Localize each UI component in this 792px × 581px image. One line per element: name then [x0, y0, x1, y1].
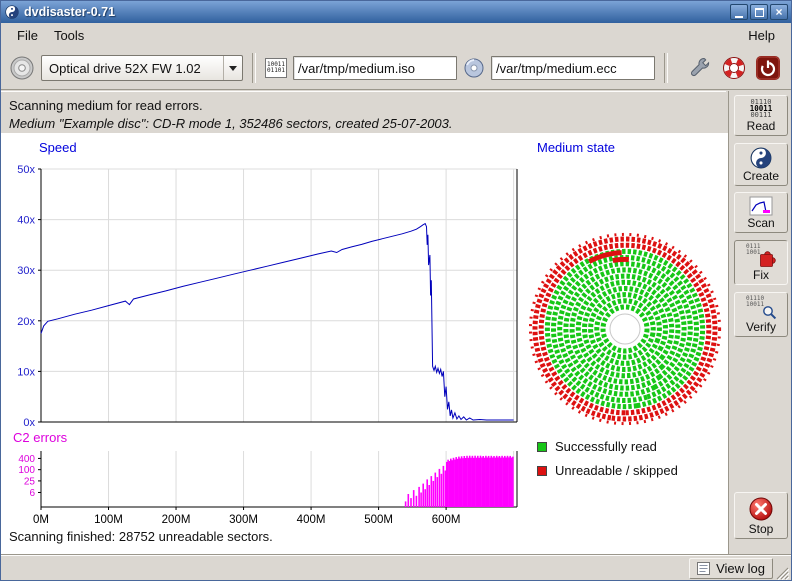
wrench-icon: [688, 56, 712, 80]
quit-button[interactable]: [753, 53, 783, 83]
ecc-file-icon: [463, 57, 485, 79]
legend-color-read: [537, 442, 547, 452]
minimize-icon: [735, 16, 743, 18]
medium-state-legend: Successfully read Unreadable / skipped: [537, 439, 678, 478]
fix-button[interactable]: 0111 1001 Fix: [734, 240, 788, 285]
svg-text:40x: 40x: [17, 215, 35, 227]
image-file-input[interactable]: [293, 56, 457, 80]
magnifier-icon: [762, 305, 777, 320]
menubar: File Tools Help: [1, 23, 791, 47]
status-area: Scanning medium for read errors. Medium …: [1, 91, 726, 133]
action-sidebar: 01110 10011 00111 Read Create Scan: [728, 91, 792, 554]
maximize-icon: [755, 8, 764, 17]
app-icon: [5, 5, 19, 19]
svg-text:500M: 500M: [364, 514, 393, 526]
legend-unreadable: Unreadable / skipped: [537, 463, 678, 478]
svg-text:50x: 50x: [17, 164, 35, 176]
svg-text:100M: 100M: [94, 514, 123, 526]
svg-text:30x: 30x: [17, 265, 35, 277]
verify-icon: 01110 10011: [745, 296, 777, 320]
create-label: Create: [743, 169, 779, 183]
svg-text:25: 25: [24, 476, 36, 487]
scan-button[interactable]: Scan: [734, 192, 788, 233]
image-file-icon: 10011 01101: [265, 58, 287, 78]
scan-label: Scan: [747, 216, 774, 230]
scan-result-text: Scanning finished: 28752 unreadable sect…: [9, 529, 273, 544]
svg-text:0M: 0M: [33, 514, 49, 526]
stop-button[interactable]: Stop: [734, 492, 788, 539]
legend-unreadable-label: Unreadable / skipped: [555, 463, 678, 478]
chevron-down-icon: [229, 66, 237, 71]
medium-state-title: Medium state: [537, 140, 615, 155]
dropdown-arrow-box: [223, 56, 242, 80]
svg-text:200M: 200M: [162, 514, 191, 526]
verify-label: Verify: [746, 320, 776, 334]
resize-grip[interactable]: [775, 566, 789, 580]
close-icon: ×: [775, 5, 782, 19]
fix-puzzle-icon: 0111 1001: [745, 244, 777, 268]
menu-tools[interactable]: Tools: [46, 26, 92, 45]
svg-text:20x: 20x: [17, 316, 35, 328]
drive-icon: [9, 55, 35, 81]
svg-text:6: 6: [29, 488, 35, 499]
svg-text:600M: 600M: [432, 514, 461, 526]
mini-chart-icon: [749, 196, 773, 216]
status-line2: Medium "Example disc": CD-R mode 1, 3524…: [9, 115, 726, 133]
puzzle-piece-icon: [758, 250, 777, 268]
help-button[interactable]: [719, 53, 749, 83]
ecc-file-input[interactable]: [491, 56, 655, 80]
medium-state-disc: [529, 161, 725, 429]
legend-color-unreadable: [537, 466, 547, 476]
lifebuoy-icon: [722, 56, 746, 80]
titlebar[interactable]: dvdisaster-0.71 ×: [1, 1, 791, 23]
app-window: dvdisaster-0.71 × File Tools Help Optica…: [0, 0, 792, 581]
view-log-label: View log: [716, 561, 765, 576]
fix-label: Fix: [753, 268, 769, 282]
drive-selector[interactable]: Optical drive 52X FW 1.02: [41, 55, 243, 81]
toolbar: Optical drive 52X FW 1.02 10011 01101: [1, 47, 791, 90]
menu-help[interactable]: Help: [740, 26, 783, 45]
toolbar-separator: [252, 53, 256, 83]
close-button[interactable]: ×: [770, 4, 788, 20]
status-line1: Scanning medium for read errors.: [9, 97, 726, 115]
preferences-button[interactable]: [685, 53, 715, 83]
view-log-button[interactable]: View log: [689, 558, 773, 579]
statusbar: View log: [1, 554, 791, 581]
maximize-button[interactable]: [750, 4, 768, 20]
binary-read-icon: 01110 10011 00111: [750, 99, 773, 119]
power-icon: [755, 55, 781, 81]
toolbar-separator: [664, 53, 668, 83]
verify-button[interactable]: 01110 10011 Verify: [734, 292, 788, 337]
read-label: Read: [747, 119, 776, 133]
svg-text:400M: 400M: [297, 514, 326, 526]
window-title: dvdisaster-0.71: [24, 5, 115, 19]
log-icon: [697, 562, 710, 575]
create-button[interactable]: Create: [734, 143, 788, 186]
svg-text:0x: 0x: [23, 417, 35, 429]
svg-text:100: 100: [18, 465, 35, 476]
legend-successfully-read: Successfully read: [537, 439, 678, 454]
drive-selector-value: Optical drive 52X FW 1.02: [49, 61, 223, 76]
yin-yang-icon: [750, 147, 772, 169]
main-panel: Speed C2 errors Medium state 0x10x20x30x…: [1, 133, 728, 554]
speed-and-c2-charts: 0x 10x 20x 30x 40x 50x 0M 100M 200M 300M 400M 500M 6…: [1, 133, 531, 535]
stop-label: Stop: [749, 522, 774, 536]
minimize-button[interactable]: [730, 4, 748, 20]
read-button[interactable]: 01110 10011 00111 Read: [734, 95, 788, 136]
stop-icon: [748, 496, 774, 522]
svg-text:400: 400: [18, 454, 35, 465]
svg-text:10x: 10x: [17, 366, 35, 378]
menu-file[interactable]: File: [9, 26, 46, 45]
legend-read-label: Successfully read: [555, 439, 657, 454]
svg-text:300M: 300M: [229, 514, 258, 526]
